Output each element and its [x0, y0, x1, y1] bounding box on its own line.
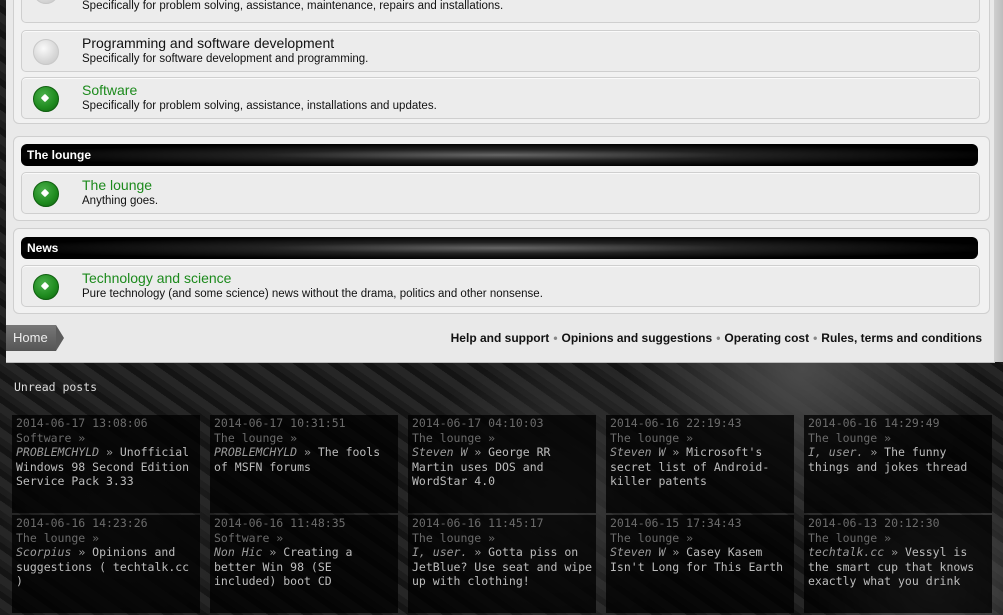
post-date: 2014-06-17 10:31:51	[214, 416, 346, 430]
unread-posts-heading: Unread posts	[14, 380, 98, 394]
arrow-separator: »	[71, 545, 93, 559]
category-title-news[interactable]: News	[21, 237, 978, 259]
post-forum-link[interactable]: The lounge »	[610, 531, 790, 546]
scrollbar-track[interactable]	[994, 0, 1003, 362]
post-author[interactable]: Steven W	[610, 545, 665, 559]
unread-post-card[interactable]: 2014-06-13 20:12:30 The lounge » techtal…	[804, 515, 992, 613]
separator-dot: •	[553, 331, 558, 345]
unread-post-card[interactable]: 2014-06-15 17:34:43 The lounge » Steven …	[606, 515, 794, 613]
post-author[interactable]: Non Hic	[214, 545, 262, 559]
forum-title-link[interactable]: Software	[82, 82, 137, 98]
forum-description: Specifically for problem solving, assist…	[82, 100, 437, 112]
separator-dot: •	[716, 331, 721, 345]
footer-links: Help and support • Opinions and suggestion…	[451, 331, 982, 345]
category-lounge: The lounge The lounge Anything goes.	[13, 136, 990, 221]
arrow-separator: »	[262, 545, 284, 559]
forum-read-icon	[33, 39, 59, 65]
post-forum-link[interactable]: The lounge »	[16, 531, 196, 546]
post-date: 2014-06-17 13:08:06	[16, 416, 148, 430]
forum-row-lounge[interactable]: The lounge Anything goes.	[21, 172, 980, 214]
forum-index-panel: Specifically for problem solving, assist…	[6, 0, 995, 363]
separator-dot: •	[813, 331, 818, 345]
forum-title-link[interactable]: The lounge	[82, 177, 152, 193]
footer-link-help[interactable]: Help and support	[451, 331, 550, 345]
unread-post-card[interactable]: 2014-06-17 13:08:06 Software » PROBLEMCH…	[12, 415, 200, 513]
post-author[interactable]: PROBLEMCHYLD	[16, 445, 99, 459]
post-forum-link[interactable]: The lounge »	[808, 431, 988, 446]
forum-description: Specifically for software development an…	[82, 53, 369, 65]
forum-title-link[interactable]: Programming and software development	[82, 35, 334, 51]
post-date: 2014-06-16 14:29:49	[808, 416, 940, 430]
post-author[interactable]: I, user.	[808, 445, 863, 459]
forum-row-technology[interactable]: Technology and science Pure technology (…	[21, 265, 980, 307]
post-author[interactable]: Scorpius	[16, 545, 71, 559]
forum-row-programming[interactable]: Programming and software development Spe…	[21, 30, 980, 72]
category-news: News Technology and science Pure technol…	[13, 228, 990, 314]
forum-unread-icon	[33, 86, 59, 112]
post-date: 2014-06-13 20:12:30	[808, 516, 940, 530]
forum-description: Specifically for problem solving, assist…	[82, 0, 504, 12]
forum-row-support[interactable]: Specifically for problem solving, assist…	[21, 0, 980, 23]
post-date: 2014-06-16 14:23:26	[16, 516, 148, 530]
arrow-separator: »	[467, 545, 489, 559]
post-forum-link[interactable]: Software »	[16, 431, 196, 446]
post-author[interactable]: techtalk.cc	[808, 545, 884, 559]
forum-title-link[interactable]: Technology and science	[82, 270, 231, 286]
arrow-separator: »	[863, 445, 885, 459]
forum-description: Anything goes.	[82, 195, 159, 207]
forum-unread-icon	[33, 274, 59, 300]
post-date: 2014-06-15 17:34:43	[610, 516, 742, 530]
unread-post-card[interactable]: 2014-06-16 11:48:35 Software » Non Hic »…	[210, 515, 398, 613]
footer-link-operating-cost[interactable]: Operating cost	[724, 331, 809, 345]
post-forum-link[interactable]: The lounge »	[808, 531, 988, 546]
post-forum-link[interactable]: The lounge »	[214, 431, 394, 446]
post-date: 2014-06-16 22:19:43	[610, 416, 742, 430]
post-date: 2014-06-16 11:48:35	[214, 516, 346, 530]
arrow-separator: »	[467, 445, 489, 459]
forum-read-icon	[33, 0, 59, 4]
forum-row-software[interactable]: Software Specifically for problem solvin…	[21, 77, 980, 119]
post-forum-link[interactable]: The lounge »	[610, 431, 790, 446]
category-support: Specifically for problem solving, assist…	[13, 0, 990, 124]
post-author[interactable]: PROBLEMCHYLD	[214, 445, 297, 459]
forum-description: Pure technology (and some science) news …	[82, 288, 543, 300]
unread-post-card[interactable]: 2014-06-16 14:29:49 The lounge » I, user…	[804, 415, 992, 513]
post-date: 2014-06-16 11:45:17	[412, 516, 544, 530]
breadcrumb-home-link[interactable]: Home	[6, 325, 64, 351]
post-date: 2014-06-17 04:10:03	[412, 416, 544, 430]
arrow-separator: »	[297, 445, 318, 459]
footer-link-rules[interactable]: Rules, terms and conditions	[821, 331, 982, 345]
unread-post-card[interactable]: 2014-06-17 10:31:51 The lounge » PROBLEM…	[210, 415, 398, 513]
post-forum-link[interactable]: Software »	[214, 531, 394, 546]
unread-post-card[interactable]: 2014-06-16 22:19:43 The lounge » Steven …	[606, 415, 794, 513]
forum-unread-icon	[33, 181, 59, 207]
arrow-separator: »	[884, 545, 905, 559]
unread-post-card[interactable]: 2014-06-16 11:45:17 The lounge » I, user…	[408, 515, 596, 613]
footer-link-opinions[interactable]: Opinions and suggestions	[562, 331, 713, 345]
arrow-separator: »	[665, 445, 687, 459]
arrow-separator: »	[665, 545, 687, 559]
arrow-separator: »	[99, 445, 120, 459]
post-author[interactable]: Steven W	[610, 445, 665, 459]
post-forum-link[interactable]: The lounge »	[412, 431, 592, 446]
post-forum-link[interactable]: The lounge »	[412, 531, 592, 546]
unread-post-card[interactable]: 2014-06-17 04:10:03 The lounge » Steven …	[408, 415, 596, 513]
category-title-lounge[interactable]: The lounge	[21, 144, 978, 166]
post-author[interactable]: I, user.	[412, 545, 467, 559]
post-author[interactable]: Steven W	[412, 445, 467, 459]
unread-post-card[interactable]: 2014-06-16 14:23:26 The lounge » Scorpiu…	[12, 515, 200, 613]
